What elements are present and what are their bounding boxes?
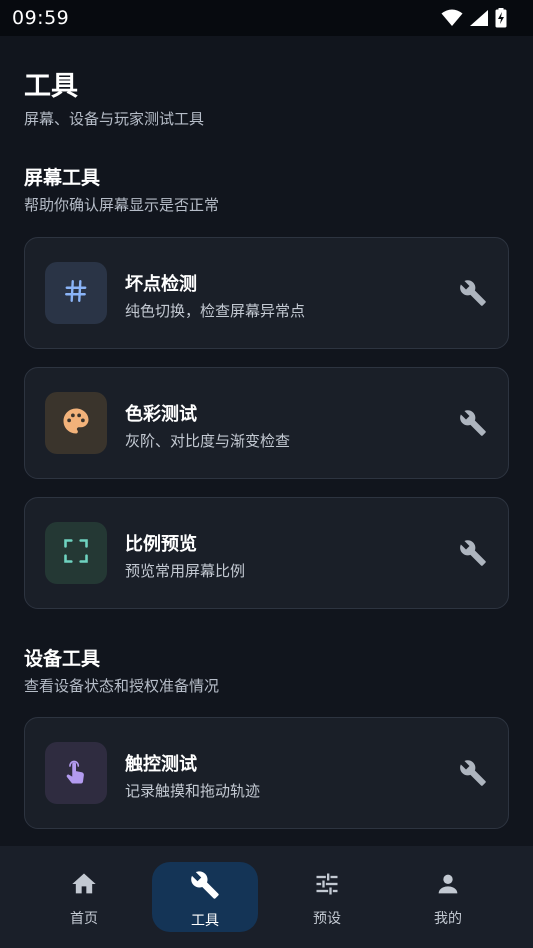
- fullscreen-icon: [62, 537, 90, 569]
- nav-item-home[interactable]: 首页: [31, 862, 137, 932]
- wrench-icon[interactable]: [458, 758, 488, 788]
- color-test-icon-box: [45, 392, 107, 454]
- wrench-icon: [189, 870, 221, 904]
- status-icons: [441, 8, 507, 28]
- section-subtitle-device-tools: 查看设备状态和授权准备情况: [24, 677, 220, 695]
- nav-label: 首页: [70, 911, 98, 927]
- page-subtitle: 屏幕、设备与玩家测试工具: [24, 110, 205, 128]
- page-title: 工具: [24, 71, 78, 102]
- tool-card-aspect-ratio[interactable]: 比例预览 预览常用屏幕比例: [24, 497, 509, 609]
- wifi-icon: [441, 9, 463, 27]
- tool-card-title: 触控测试: [125, 754, 197, 775]
- hash-icon: [63, 278, 89, 308]
- nav-item-presets[interactable]: 预设: [274, 862, 380, 932]
- wrench-icon[interactable]: [458, 408, 488, 438]
- tools-screen: 09:59 工具 屏幕、设备与玩家测试工具 屏幕工具 帮助你确认屏幕显示是否正常: [0, 0, 533, 948]
- nav-item-profile[interactable]: 我的: [395, 862, 501, 932]
- nav-label: 工具: [191, 913, 219, 929]
- section-title-device-tools: 设备工具: [24, 648, 101, 670]
- battery-charging-icon: [495, 8, 507, 28]
- status-time: 09:59: [12, 7, 70, 29]
- tool-card-color-test[interactable]: 色彩测试 灰阶、对比度与渐变检查: [24, 367, 509, 479]
- section-title-screen-tools: 屏幕工具: [24, 167, 101, 189]
- tool-card-dead-pixel[interactable]: 坏点检测 纯色切换，检查屏幕异常点: [24, 237, 509, 349]
- home-icon: [69, 870, 99, 902]
- tool-card-desc: 记录触摸和拖动轨迹: [125, 782, 261, 800]
- wrench-icon[interactable]: [458, 278, 488, 308]
- person-icon: [433, 870, 463, 902]
- touch-icon: [61, 756, 91, 790]
- section-subtitle-screen-tools: 帮助你确认屏幕显示是否正常: [24, 196, 220, 214]
- bottom-navigation: 首页 工具 预设 我的: [0, 846, 533, 948]
- tool-card-desc: 预览常用屏幕比例: [125, 562, 246, 580]
- palette-icon: [61, 406, 91, 440]
- tool-card-desc: 灰阶、对比度与渐变检查: [125, 432, 291, 450]
- status-bar: 09:59: [0, 0, 533, 36]
- aspect-ratio-icon-box: [45, 522, 107, 584]
- tool-card-desc: 纯色切换，检查屏幕异常点: [125, 302, 306, 320]
- dead-pixel-icon-box: [45, 262, 107, 324]
- nav-label: 我的: [434, 911, 462, 927]
- sliders-icon: [312, 870, 342, 902]
- touch-test-icon-box: [45, 742, 107, 804]
- nav-label: 预设: [313, 911, 341, 927]
- signal-icon: [469, 9, 489, 27]
- tool-card-title: 色彩测试: [125, 404, 197, 425]
- tool-card-title: 坏点检测: [125, 274, 197, 295]
- tool-card-title: 比例预览: [125, 534, 197, 555]
- tool-card-touch-test[interactable]: 触控测试 记录触摸和拖动轨迹: [24, 717, 509, 829]
- wrench-icon[interactable]: [458, 538, 488, 568]
- nav-item-tools[interactable]: 工具: [152, 862, 258, 932]
